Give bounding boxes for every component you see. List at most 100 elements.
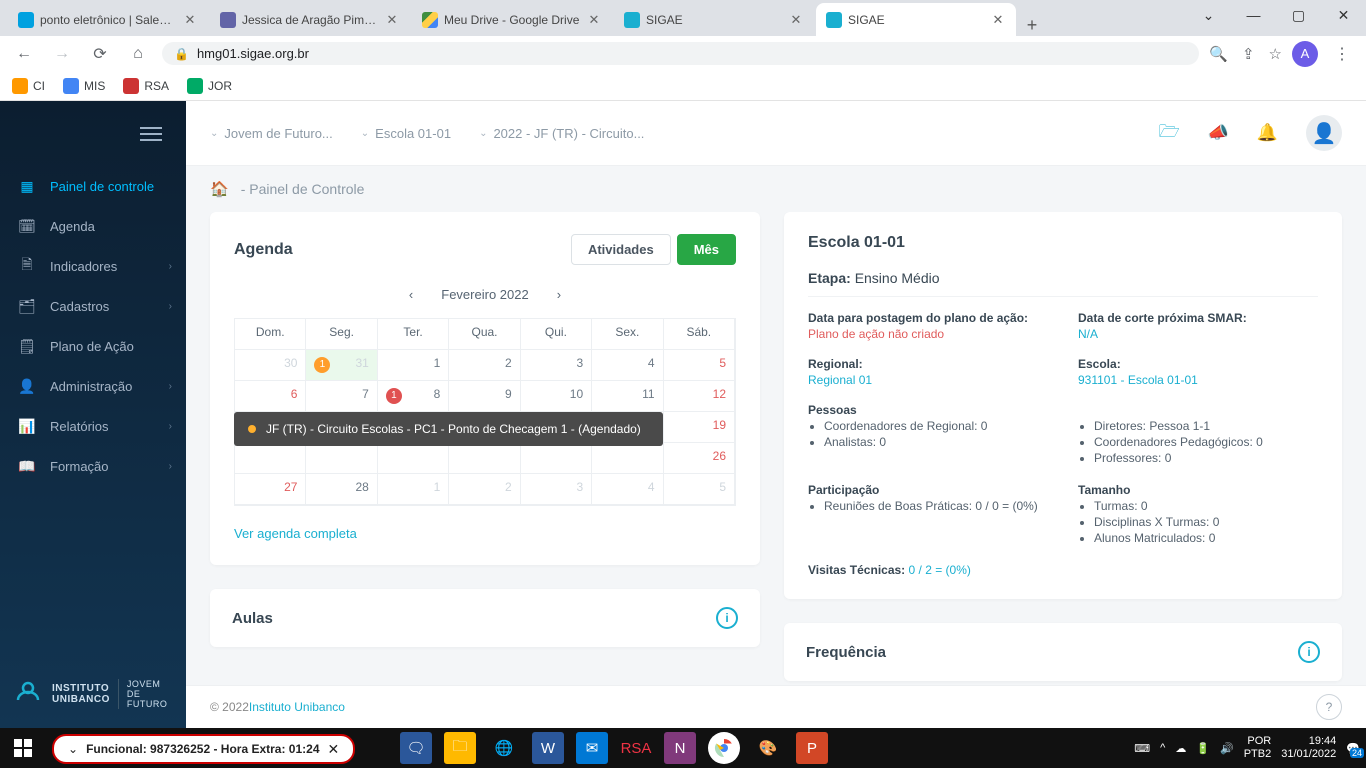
share-icon[interactable]: ⇪ — [1242, 45, 1255, 63]
cal-day[interactable] — [449, 443, 520, 474]
sidebar-item-plano[interactable]: 🗒 Plano de Ação — [0, 326, 186, 366]
cal-day[interactable]: 10 — [521, 381, 592, 412]
taskbar-pill[interactable]: ⌄ Funcional: 987326252 - Hora Extra: 01:… — [52, 734, 355, 764]
task-paint-icon[interactable]: 🎨 — [752, 732, 784, 764]
browser-tab-active[interactable]: SIGAE ✕ — [816, 3, 1016, 36]
cal-day[interactable]: 5 — [664, 350, 735, 381]
zoom-icon[interactable]: 🔍 — [1209, 45, 1228, 63]
user-avatar[interactable]: 👤 — [1306, 115, 1342, 151]
menu-icon[interactable]: ⋮ — [1328, 40, 1356, 68]
task-globe-icon[interactable]: 🌐 — [488, 732, 520, 764]
bookmark-item[interactable]: MIS — [63, 78, 105, 94]
cal-day[interactable]: 5 — [664, 474, 735, 505]
tab-close-icon[interactable]: ✕ — [788, 12, 804, 28]
pill-close-icon[interactable]: ✕ — [328, 741, 340, 758]
cal-day[interactable]: 27 — [235, 474, 306, 505]
close-window-button[interactable]: ✕ — [1321, 0, 1366, 30]
footer-link[interactable]: Instituto Unibanco — [249, 700, 345, 714]
tray-clock[interactable]: 19:44 31/01/2022 — [1281, 735, 1336, 761]
cal-day[interactable] — [306, 443, 377, 474]
cal-day[interactable]: 1 — [378, 474, 449, 505]
help-icon[interactable]: ? — [1316, 694, 1342, 720]
task-app-icon[interactable]: 🗨 — [400, 732, 432, 764]
cal-day[interactable]: 3 — [521, 474, 592, 505]
address-bar[interactable]: 🔒 hmg01.sigae.org.br — [162, 42, 1199, 65]
breadcrumb-jovem[interactable]: ⌄Jovem de Futuro... — [210, 126, 333, 141]
bell-icon[interactable]: 🔔 — [1257, 123, 1278, 143]
profile-badge[interactable]: A — [1292, 41, 1318, 67]
task-powerpoint-icon[interactable]: P — [796, 732, 828, 764]
next-month-button[interactable]: › — [553, 283, 565, 306]
home-icon[interactable]: 🏠 — [210, 180, 229, 198]
task-word-icon[interactable]: W — [532, 732, 564, 764]
caret-down-icon[interactable]: ⌄ — [1186, 0, 1231, 30]
info-icon[interactable]: i — [716, 607, 738, 629]
cal-day[interactable]: 2 — [449, 474, 520, 505]
cal-day[interactable]: 12 — [664, 381, 735, 412]
tab-close-icon[interactable]: ✕ — [990, 12, 1006, 28]
tray-volume-icon[interactable]: 🔊 — [1220, 742, 1234, 755]
browser-tab[interactable]: Meu Drive - Google Drive ✕ — [412, 3, 612, 36]
bookmark-item[interactable]: JOR — [187, 78, 232, 94]
cal-day[interactable] — [521, 443, 592, 474]
bookmark-item[interactable]: RSA — [123, 78, 169, 94]
browser-tab[interactable]: SIGAE ✕ — [614, 3, 814, 36]
task-chrome-icon[interactable] — [708, 732, 740, 764]
task-explorer-icon[interactable]: 🗀 — [444, 732, 476, 764]
sidebar-item-cadastros[interactable]: 🗂 Cadastros › — [0, 286, 186, 326]
sidebar-item-painel[interactable]: ▦ Painel de controle — [0, 166, 186, 206]
cal-day[interactable]: 7 — [306, 381, 377, 412]
cal-day[interactable]: 19 — [664, 412, 735, 443]
tab-close-icon[interactable]: ✕ — [182, 12, 198, 28]
tray-notification-icon[interactable]: 💬24 — [1346, 742, 1360, 755]
tab-close-icon[interactable]: ✕ — [586, 12, 602, 28]
event-tooltip[interactable]: JF (TR) - Circuito Escolas - PC1 - Ponto… — [234, 412, 663, 446]
sidebar-item-formacao[interactable]: 📖 Formação › — [0, 446, 186, 486]
cal-day[interactable]: 3 — [521, 350, 592, 381]
bookmark-item[interactable]: CI — [12, 78, 45, 94]
home-button[interactable]: ⌂ — [124, 40, 152, 68]
cal-day[interactable]: 30 — [235, 350, 306, 381]
reload-button[interactable]: ⟳ — [86, 40, 114, 68]
breadcrumb-circuito[interactable]: ⌄2022 - JF (TR) - Circuito... — [479, 126, 644, 141]
cal-day[interactable]: 11 — [592, 381, 663, 412]
cal-day[interactable]: 28 — [306, 474, 377, 505]
sidebar-item-administracao[interactable]: 👤 Administração › — [0, 366, 186, 406]
tray-lang[interactable]: POR PTB2 — [1244, 735, 1272, 761]
info-icon[interactable]: i — [1298, 641, 1320, 663]
cal-day[interactable]: 1 — [378, 350, 449, 381]
tray-cloud-icon[interactable]: ☁ — [1175, 742, 1186, 755]
sidebar-item-agenda[interactable]: 🗓 Agenda — [0, 206, 186, 246]
browser-tab[interactable]: Jessica de Aragão Pimenta | M ✕ — [210, 3, 410, 36]
breadcrumb-escola[interactable]: ⌄Escola 01-01 — [361, 126, 451, 141]
maximize-button[interactable]: ▢ — [1276, 0, 1321, 30]
cal-day[interactable]: 2 — [449, 350, 520, 381]
cal-day[interactable]: 6 — [235, 381, 306, 412]
tray-chevron-icon[interactable]: ^ — [1160, 742, 1165, 754]
megaphone-icon[interactable]: 📣 — [1208, 123, 1229, 143]
minimize-button[interactable]: — — [1231, 0, 1276, 30]
sidebar-item-indicadores[interactable]: 🗎 Indicadores › — [0, 246, 186, 286]
task-onenote-icon[interactable]: N — [664, 732, 696, 764]
hamburger-icon[interactable] — [140, 127, 162, 141]
cal-day[interactable] — [235, 443, 306, 474]
atividades-button[interactable]: Atividades — [571, 234, 671, 265]
forward-button[interactable]: → — [48, 40, 76, 68]
start-button[interactable] — [8, 733, 38, 763]
new-tab-button[interactable]: + — [1018, 15, 1046, 36]
task-outlook-icon[interactable]: ✉ — [576, 732, 608, 764]
tab-close-icon[interactable]: ✕ — [384, 12, 400, 28]
tray-battery-icon[interactable]: 🔋 — [1196, 742, 1210, 755]
cal-day[interactable]: 4 — [592, 350, 663, 381]
cal-day[interactable]: 1 8 — [378, 381, 449, 412]
see-full-agenda-link[interactable]: Ver agenda completa — [234, 526, 357, 541]
cal-day[interactable] — [592, 443, 663, 474]
cal-day[interactable]: 4 — [592, 474, 663, 505]
sidebar-item-relatorios[interactable]: 📊 Relatórios › — [0, 406, 186, 446]
cal-day[interactable] — [378, 443, 449, 474]
mes-button[interactable]: Mês — [677, 234, 736, 265]
cal-day[interactable]: 9 — [449, 381, 520, 412]
task-rsa-icon[interactable]: RSA — [620, 732, 652, 764]
prev-month-button[interactable]: ‹ — [405, 283, 417, 306]
cal-day[interactable]: 26 — [664, 443, 735, 474]
